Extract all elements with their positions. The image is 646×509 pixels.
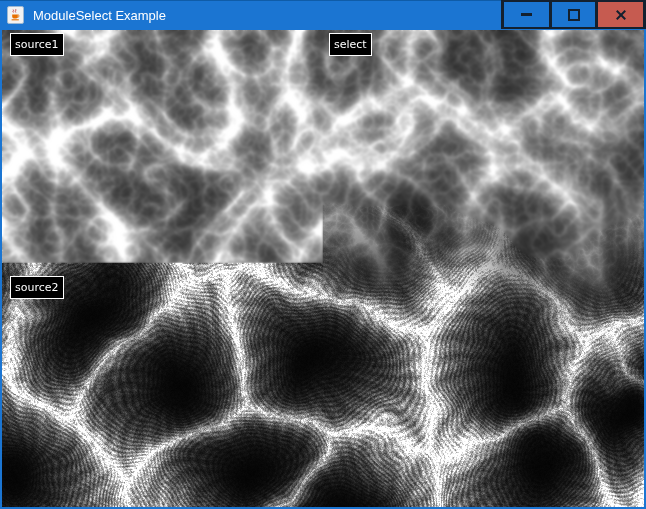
close-icon — [615, 9, 627, 21]
panel-label-source1: source1 — [10, 33, 64, 56]
maximize-icon — [568, 9, 580, 21]
app-window: ModuleSelect Example source1 select sour… — [0, 0, 646, 509]
noise-canvas — [2, 30, 644, 507]
java-app-icon[interactable] — [7, 6, 24, 24]
minimize-button[interactable] — [504, 2, 549, 27]
minimize-icon — [521, 13, 532, 16]
window-title: ModuleSelect Example — [33, 8, 166, 23]
titlebar[interactable]: ModuleSelect Example — [0, 0, 646, 30]
panel-label-source2: source2 — [10, 276, 64, 299]
maximize-button[interactable] — [552, 2, 595, 27]
panel-label-select: select — [329, 33, 372, 56]
close-button[interactable] — [598, 2, 643, 27]
render-area — [2, 30, 644, 507]
window-controls — [501, 0, 646, 29]
